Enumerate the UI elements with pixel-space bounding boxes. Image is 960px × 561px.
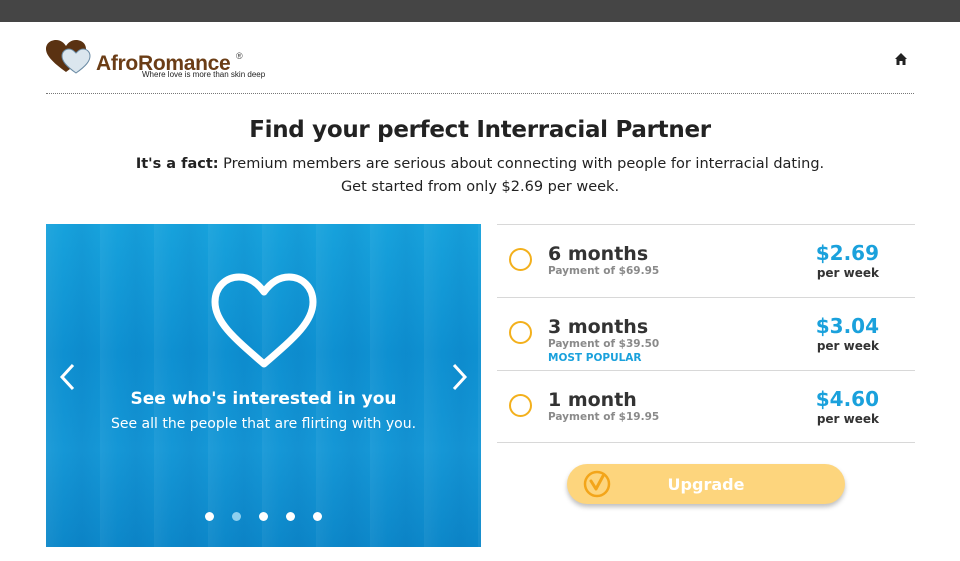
plan-payment: Payment of $69.95 [548,265,660,277]
browser-top-bar [0,0,960,22]
start-price-text: Get started from only $2.69 per week. [340,179,620,195]
plan-payment: Payment of $19.95 [548,411,660,423]
plan-option-6-months[interactable]: 6 months Payment of $69.95 $2.69 per wee… [497,224,915,297]
plan-payment: Payment of $39.50 [548,338,660,350]
home-icon[interactable] [894,52,908,66]
plan-price: $2.69 [815,241,879,265]
plan-name: 6 months [548,243,649,265]
carousel-prev-icon[interactable] [58,362,78,392]
page-subline: It's a fact: Premium members are serious… [0,153,960,199]
plan-name: 3 months [548,316,649,338]
plan-list: 6 months Payment of $69.95 $2.69 per wee… [497,224,915,443]
carousel-dot-2[interactable] [232,512,241,521]
feature-carousel: See who's interested in you See all the … [46,224,481,547]
plan-option-3-months[interactable]: 3 months Payment of $39.50 MOST POPULAR … [497,297,915,370]
carousel-dot-4[interactable] [286,512,295,521]
two-hearts-logo-icon [46,40,91,74]
plan-price: $3.04 [815,314,879,338]
upgrade-label: Upgrade [667,475,745,494]
plan-radio[interactable] [509,394,532,417]
afroromance-logo[interactable]: AfroRomance ® Where love is more than sk… [46,40,286,80]
carousel-dot-5[interactable] [313,512,322,521]
upgrade-button[interactable]: Upgrade [567,464,845,504]
most-popular-badge: MOST POPULAR [548,352,642,364]
plan-per-week: per week [816,412,879,426]
plan-radio[interactable] [509,321,532,344]
plan-per-week: per week [816,339,879,353]
plan-option-1-month[interactable]: 1 month Payment of $19.95 $4.60 per week [497,370,915,443]
plan-radio[interactable] [509,248,532,271]
plan-per-week: per week [816,266,879,280]
carousel-dot-1[interactable] [205,512,214,521]
plan-name: 1 month [548,389,637,411]
carousel-dots [46,506,481,525]
plan-price: $4.60 [815,387,879,411]
site-header: AfroRomance ® Where love is more than sk… [46,36,914,94]
carousel-subtitle: See all the people that are flirting wit… [110,416,417,432]
carousel-title: See who's interested in you [130,389,397,409]
logo-tagline: Where love is more than skin deep [142,70,266,79]
fact-text: Premium members are serious about connec… [218,156,825,172]
heart-outline-icon [211,273,317,368]
registered-mark: ® [236,51,243,61]
page-headline: Find your perfect Interracial Partner [249,117,711,143]
carousel-dot-3[interactable] [259,512,268,521]
carousel-next-icon[interactable] [449,362,469,392]
fact-label: It's a fact: [135,156,219,172]
